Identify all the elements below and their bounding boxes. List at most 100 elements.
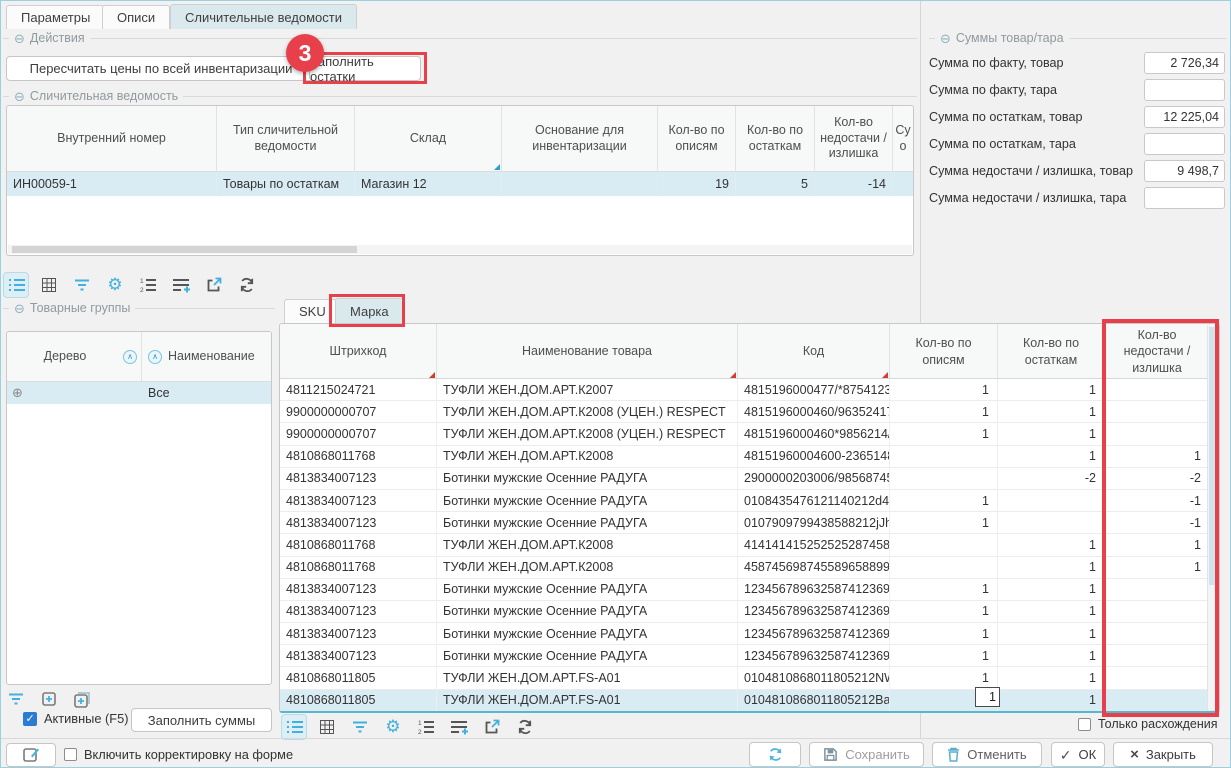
table-row[interactable]: 4810868011805ТУФЛИ ЖЕН.ДОМ.АРТ.FS-A01010…: [280, 690, 1219, 712]
sum-field-input[interactable]: 2 726,34: [1144, 52, 1225, 74]
table-row[interactable]: 9900000000707ТУФЛИ ЖЕН.ДОМ.АРТ.К2008 (УЦ…: [280, 423, 1219, 445]
groups-footer-toolbar: [4, 686, 94, 712]
table-row[interactable]: 9900000000707ТУФЛИ ЖЕН.ДОМ.АРТ.К2008 (УЦ…: [280, 401, 1219, 423]
save-button[interactable]: Сохранить: [809, 742, 924, 767]
column-header[interactable]: Тип сличительной ведомости: [217, 106, 355, 171]
table-row[interactable]: 4813834007123Ботинки мужские Осенние РАД…: [280, 468, 1219, 490]
sum-field-row: Сумма недостачи / излишка, товар9 498,7: [929, 157, 1231, 184]
ok-button[interactable]: ✓ ОК: [1051, 742, 1105, 767]
column-header[interactable]: Склад: [355, 106, 502, 171]
cell: [1105, 623, 1210, 644]
settings-icon[interactable]: ⚙: [103, 273, 127, 297]
table-row[interactable]: 4810868011768ТУФЛИ ЖЕН.ДОМ.АРТ.К20084587…: [280, 557, 1219, 579]
grid-view-icon[interactable]: [37, 273, 61, 297]
column-header[interactable]: Наименование: [168, 349, 255, 365]
add-rows-icon[interactable]: [169, 273, 193, 297]
list-view-icon[interactable]: [282, 715, 306, 739]
statement-row[interactable]: ИН00059-1 Товары по остаткам Магазин 12 …: [7, 172, 913, 196]
table-row[interactable]: 4810868011805ТУФЛИ ЖЕН.ДОМ.АРТ.FS-A01010…: [280, 667, 1219, 689]
refresh-button[interactable]: [749, 742, 801, 767]
column-header[interactable]: Наименование товара: [437, 324, 738, 379]
cell-editor[interactable]: 1: [975, 687, 1000, 707]
tab-comparison-statements[interactable]: Сличительные ведомости: [170, 4, 357, 29]
sort-up-icon[interactable]: ∧: [148, 350, 162, 364]
open-external-icon[interactable]: [480, 715, 504, 739]
tab-parameters[interactable]: Параметры: [6, 5, 105, 29]
active-checkbox[interactable]: [23, 712, 37, 726]
table-row[interactable]: 4813834007123Ботинки мужские Осенние РАД…: [280, 645, 1219, 667]
tab-marka[interactable]: Марка: [335, 298, 404, 323]
column-header[interactable]: Внутренний номер: [7, 106, 217, 171]
column-header[interactable]: Кол-во недостачи / излишка: [815, 106, 893, 171]
cell: [1105, 401, 1210, 422]
settings-icon[interactable]: ⚙: [381, 715, 405, 739]
edit-form-button[interactable]: [6, 743, 56, 767]
column-header[interactable]: Кол-во по остаткам: [736, 106, 815, 171]
filter-icon[interactable]: [70, 273, 94, 297]
collapse-icon[interactable]: ⊖: [940, 32, 951, 45]
open-external-icon[interactable]: [202, 273, 226, 297]
column-header[interactable]: Основание для инвентаризации: [502, 106, 658, 171]
filter-icon[interactable]: [4, 687, 28, 711]
correction-checkbox-label: Включить корректировку на форме: [84, 747, 293, 762]
numbered-list-icon[interactable]: 12: [414, 715, 438, 739]
tab-inventories[interactable]: Описи: [102, 5, 170, 29]
scrollbar-thumb[interactable]: [1209, 327, 1217, 585]
expand-node-icon[interactable]: [37, 687, 61, 711]
table-row[interactable]: 4813834007123Ботинки мужские Осенние РАД…: [280, 490, 1219, 512]
correction-checkbox[interactable]: [64, 748, 77, 761]
add-rows-icon[interactable]: [447, 715, 471, 739]
tab-sku[interactable]: SKU: [284, 299, 341, 323]
cell: [998, 490, 1105, 511]
table-row[interactable]: 4810868011768ТУФЛИ ЖЕН.ДОМ.АРТ.К20084141…: [280, 534, 1219, 556]
expand-all-icon[interactable]: [70, 687, 94, 711]
table-row[interactable]: 4813834007123Ботинки мужские Осенние РАД…: [280, 579, 1219, 601]
horizontal-scrollbar[interactable]: [8, 245, 912, 254]
table-row[interactable]: 4811215024721ТУФЛИ ЖЕН.ДОМ.АРТ.К20074815…: [280, 379, 1219, 401]
main-table-body: 4811215024721ТУФЛИ ЖЕН.ДОМ.АРТ.К20074815…: [280, 379, 1219, 712]
only-discrepancies-checkbox[interactable]: [1078, 718, 1091, 731]
column-header[interactable]: Су о: [893, 106, 913, 171]
cell: [1105, 645, 1210, 666]
refresh-icon[interactable]: [513, 715, 537, 739]
table-row[interactable]: 4810868011768ТУФЛИ ЖЕН.ДОМ.АРТ.К20084815…: [280, 446, 1219, 468]
inventory-window: Параметры Описи Сличительные ведомости ⊖…: [0, 0, 1231, 768]
collapse-icon[interactable]: ⊖: [14, 32, 25, 45]
sum-field-input[interactable]: 12 225,04: [1144, 106, 1225, 128]
save-button-label: Сохранить: [845, 747, 910, 762]
column-header[interactable]: Дерево: [7, 349, 123, 365]
close-button[interactable]: × Закрыть: [1113, 742, 1213, 767]
sort-up-icon[interactable]: ∧: [123, 350, 137, 364]
expand-node-icon[interactable]: ⊕: [7, 385, 142, 401]
collapse-icon[interactable]: ⊖: [14, 90, 25, 103]
column-header[interactable]: Кол-во по описям: [658, 106, 736, 171]
refresh-icon[interactable]: [235, 273, 259, 297]
sum-field-input[interactable]: [1144, 187, 1225, 209]
groups-tree-header: Дерево ∧ ∧ Наименование: [7, 332, 271, 382]
column-header[interactable]: Кол-во по описям: [890, 324, 998, 379]
vertical-scrollbar[interactable]: [1207, 325, 1218, 710]
table-row[interactable]: 4813834007123Ботинки мужские Осенние РАД…: [280, 601, 1219, 623]
cell: 1: [1105, 557, 1210, 578]
table-row[interactable]: 4813834007123Ботинки мужские Осенние РАД…: [280, 623, 1219, 645]
grid-view-icon[interactable]: [315, 715, 339, 739]
recalc-prices-button[interactable]: Пересчитать цены по всей инвентаризации: [6, 56, 316, 81]
fill-stock-button[interactable]: Заполнить остатки: [309, 56, 421, 81]
scrollbar-thumb[interactable]: [12, 246, 357, 253]
column-header[interactable]: Штрихкод: [280, 324, 437, 379]
collapse-icon[interactable]: ⊖: [14, 302, 25, 315]
column-header[interactable]: Кол-во по остаткам: [998, 324, 1105, 379]
table-row[interactable]: 4813834007123Ботинки мужские Осенние РАД…: [280, 512, 1219, 534]
filter-icon[interactable]: [348, 715, 372, 739]
fill-sums-button[interactable]: Заполнить суммы: [131, 708, 272, 732]
numbered-list-icon[interactable]: 12: [136, 273, 160, 297]
list-view-icon[interactable]: [4, 273, 28, 297]
sum-field-input[interactable]: [1144, 79, 1225, 101]
column-header[interactable]: Код: [738, 324, 890, 379]
tree-row[interactable]: ⊕ Все: [7, 382, 271, 404]
cancel-button[interactable]: Отменить: [932, 742, 1042, 767]
sum-field-input[interactable]: [1144, 133, 1225, 155]
column-header[interactable]: Кол-во недостачи / излишка: [1105, 324, 1210, 379]
sum-field-input[interactable]: 9 498,7: [1144, 160, 1225, 182]
cell: [890, 534, 998, 555]
